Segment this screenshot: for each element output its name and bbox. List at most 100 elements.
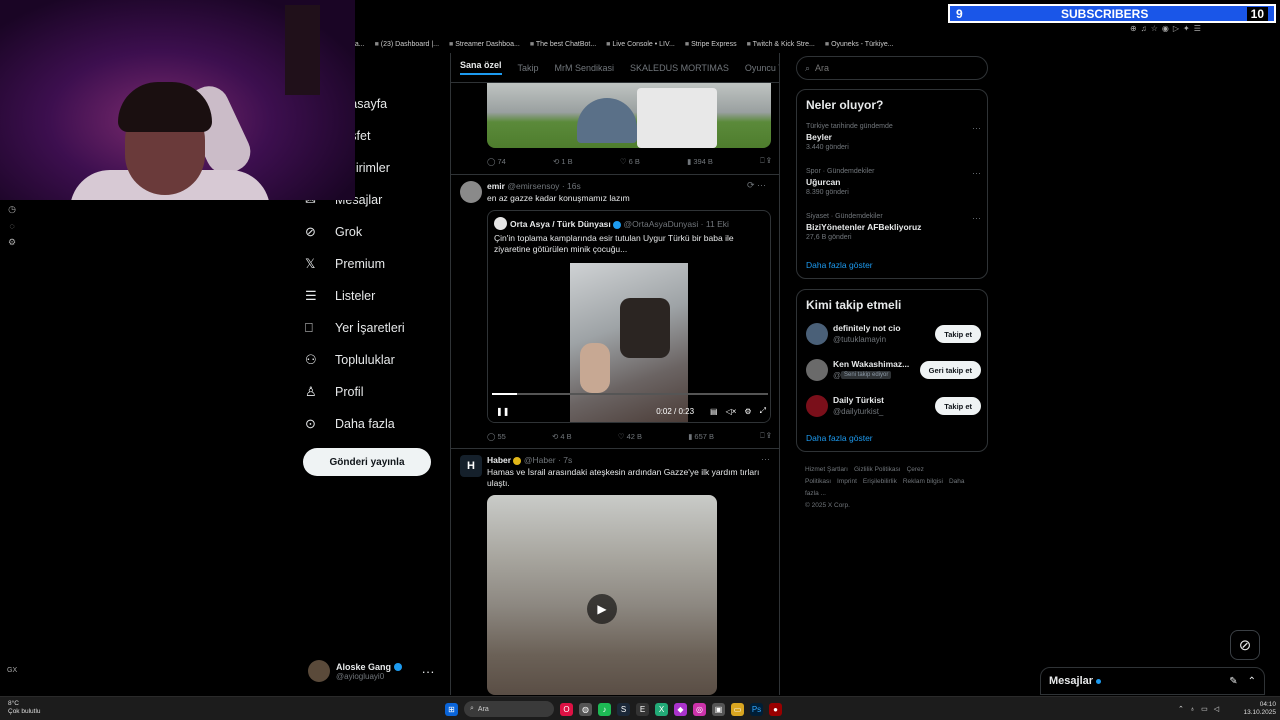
opera-gx-icon[interactable]: O bbox=[560, 702, 573, 716]
tab-2[interactable]: MrM Sendikasi bbox=[555, 63, 615, 73]
repost-button[interactable]: ⟲ 1 B bbox=[553, 157, 573, 166]
ext-icon[interactable]: ◉ bbox=[1162, 24, 1169, 33]
spotify-icon[interactable]: ♪ bbox=[598, 702, 611, 716]
post-button[interactable]: Gönderi yayınla bbox=[303, 448, 431, 476]
bell-icon[interactable]: ♫ bbox=[1141, 24, 1147, 33]
tweet-image-graveyard[interactable] bbox=[487, 83, 771, 148]
like-button[interactable]: ♡ 42 B bbox=[618, 432, 642, 441]
tweet-time[interactable]: 7s bbox=[563, 455, 572, 465]
settings-icon[interactable]: ⚙ bbox=[744, 407, 751, 416]
nav-item-listeler[interactable]: ☰ Listeler bbox=[305, 280, 445, 312]
repost-button[interactable]: ⟲ 4 B bbox=[552, 432, 572, 441]
more-icon[interactable]: ··· bbox=[972, 168, 981, 178]
reply-button[interactable]: ◯ 55 bbox=[487, 432, 506, 441]
pause-icon[interactable]: ❚❚ bbox=[496, 407, 509, 416]
trend-item[interactable]: Spor · Gündemdekiler Uğurcan 8.390 gönderi… bbox=[806, 168, 981, 196]
grok-icon[interactable]: ⟳ ··· bbox=[747, 180, 766, 191]
nav-item-yer-i-aretleri[interactable]: ⎕ Yer İşaretleri bbox=[305, 312, 445, 344]
nav-item-topluluklar[interactable]: ⚇ Topluluklar bbox=[305, 344, 445, 376]
mute-icon[interactable]: ◁× bbox=[726, 407, 737, 416]
settings-icon[interactable]: ⚙ bbox=[8, 237, 16, 248]
discord-icon[interactable]: ◍ bbox=[579, 702, 592, 716]
zoom-icon[interactable]: ⊕ bbox=[1130, 24, 1137, 33]
avatar[interactable] bbox=[806, 395, 828, 417]
app-icon[interactable]: ▣ bbox=[712, 702, 725, 716]
who-show-more[interactable]: Daha fazla göster bbox=[806, 433, 873, 443]
nav-item-daha-fazla[interactable]: ⊙ Daha fazla bbox=[305, 408, 445, 440]
video-progress-bar[interactable] bbox=[492, 393, 768, 395]
play-icon[interactable]: ▷ bbox=[1173, 24, 1179, 33]
tweet-handle[interactable]: @emirsensoy bbox=[507, 181, 559, 191]
play-icon[interactable]: ▶ bbox=[587, 594, 617, 624]
footer-link[interactable]: Reklam bilgisi bbox=[903, 478, 943, 485]
tweet-video-gaza[interactable]: ▶ bbox=[487, 495, 717, 695]
bookmark-item[interactable]: Streamer Dashboa... bbox=[449, 41, 520, 48]
reply-button[interactable]: ◯ 74 bbox=[487, 157, 506, 166]
star-icon[interactable]: ☆ bbox=[1151, 24, 1158, 33]
nav-item-grok[interactable]: ⊘ Grok bbox=[305, 216, 445, 248]
follow-suggestion[interactable]: Daily Türkist @dailyturkist_ Takip et bbox=[806, 394, 981, 420]
tweet-time[interactable]: 16s bbox=[567, 181, 581, 191]
xbox-icon[interactable]: X bbox=[655, 702, 668, 716]
tab-1[interactable]: Takip bbox=[518, 63, 539, 73]
follow-button[interactable]: Takip et bbox=[935, 397, 981, 415]
tab-3[interactable]: SKALEDUS MORTIMAS bbox=[630, 63, 729, 73]
views-button[interactable]: ▮ 394 B bbox=[687, 157, 713, 166]
bookmark-item[interactable]: Stripe Express bbox=[685, 41, 737, 48]
photoshop-icon[interactable]: Ps bbox=[750, 702, 763, 716]
tweet-author[interactable]: Haber bbox=[487, 455, 511, 465]
grok-icon[interactable]: ⊘ bbox=[1230, 630, 1260, 660]
trend-item[interactable]: Türkiye tarihinde gündemde Beyler 3.440 gö… bbox=[806, 123, 981, 151]
follow-suggestion[interactable]: Ken Wakashimaz... @W...Seni takip ediyor G… bbox=[806, 358, 981, 384]
avatar[interactable] bbox=[460, 181, 482, 203]
taskbar-search[interactable]: ⌕ Ara bbox=[464, 701, 554, 717]
trends-show-more[interactable]: Daha fazla göster bbox=[806, 260, 873, 270]
folder-icon[interactable]: ▭ bbox=[731, 702, 744, 716]
tweet-author[interactable]: emir bbox=[487, 181, 505, 191]
account-switcher[interactable]: Aloske Gang @ayiogluayi0 ··· bbox=[308, 658, 443, 684]
new-message-icon[interactable]: ✎ bbox=[1229, 676, 1237, 687]
footer-link[interactable]: Imprint bbox=[837, 478, 857, 485]
trend-item[interactable]: Siyaset · Gündemdekiler BiziYönetenler AF… bbox=[806, 213, 981, 241]
footer-link[interactable]: Gizlilik Politikası bbox=[854, 466, 901, 473]
search-box[interactable]: ⌕ bbox=[796, 56, 988, 80]
search-input[interactable] bbox=[815, 63, 966, 73]
like-button[interactable]: ♡ 6 B bbox=[620, 157, 640, 166]
app-icon[interactable]: ◆ bbox=[674, 702, 687, 716]
bookmark-icon[interactable]: ⎕ ⇪ bbox=[760, 156, 771, 166]
instagram-icon[interactable]: ◎ bbox=[693, 702, 706, 716]
tab-0[interactable]: Sana özel bbox=[460, 60, 502, 75]
avatar[interactable] bbox=[806, 359, 828, 381]
tab-4[interactable]: Oyuncu Topluluğu bbox=[745, 63, 779, 73]
history-icon[interactable]: ◷ bbox=[8, 204, 16, 215]
more-icon[interactable]: ··· bbox=[761, 454, 770, 464]
footer-link[interactable]: Erişilebilirlik bbox=[863, 478, 897, 485]
puzzle-icon[interactable]: ✦ bbox=[1183, 24, 1190, 33]
messages-drawer[interactable]: Mesajlar ✎ ⌃ bbox=[1040, 667, 1265, 695]
bookmark-icon[interactable]: ⎕ ⇪ bbox=[760, 431, 771, 441]
avatar[interactable] bbox=[806, 323, 828, 345]
epic-icon[interactable]: E bbox=[636, 702, 649, 716]
bookmark-item[interactable]: Live Console • LIV... bbox=[606, 41, 675, 48]
follow-button[interactable]: Takip et bbox=[935, 325, 981, 343]
steam-icon[interactable]: S bbox=[617, 702, 630, 716]
bookmark-item[interactable]: (23) Dashboard |... bbox=[375, 41, 439, 48]
expand-icon[interactable]: ⌃ bbox=[1248, 676, 1256, 687]
obs-icon[interactable]: ● bbox=[769, 702, 782, 716]
nav-item-premium[interactable]: 𝕏 Premium bbox=[305, 248, 445, 280]
more-icon[interactable]: ··· bbox=[972, 123, 981, 133]
haber-logo[interactable]: H bbox=[460, 455, 482, 477]
captions-icon[interactable]: ▤ bbox=[710, 407, 718, 416]
tweet-handle[interactable]: @Haber bbox=[524, 455, 556, 465]
views-button[interactable]: ▮ 657 B bbox=[688, 432, 714, 441]
network-icon[interactable]: ▭ bbox=[1201, 705, 1208, 713]
footer-link[interactable]: Hizmet Şartları bbox=[805, 466, 848, 473]
follow-suggestion[interactable]: definitely not cio @tutuklamayin Takip et bbox=[806, 322, 981, 348]
bookmark-item[interactable]: The best ChatBot... bbox=[530, 41, 596, 48]
windows-start-icon[interactable]: ⊞ bbox=[445, 702, 458, 716]
volume-icon[interactable]: ◁ bbox=[1214, 705, 1219, 713]
weather-widget[interactable]: 8°C Çok bulutlu bbox=[8, 700, 68, 718]
more-icon[interactable]: ··· bbox=[972, 213, 981, 223]
clock[interactable]: 04:10 13.10.2025 bbox=[1243, 701, 1276, 717]
video-player[interactable]: ❚❚ 0:02 / 0:23 ▤ ◁× ⚙ ⤢ bbox=[488, 263, 770, 422]
